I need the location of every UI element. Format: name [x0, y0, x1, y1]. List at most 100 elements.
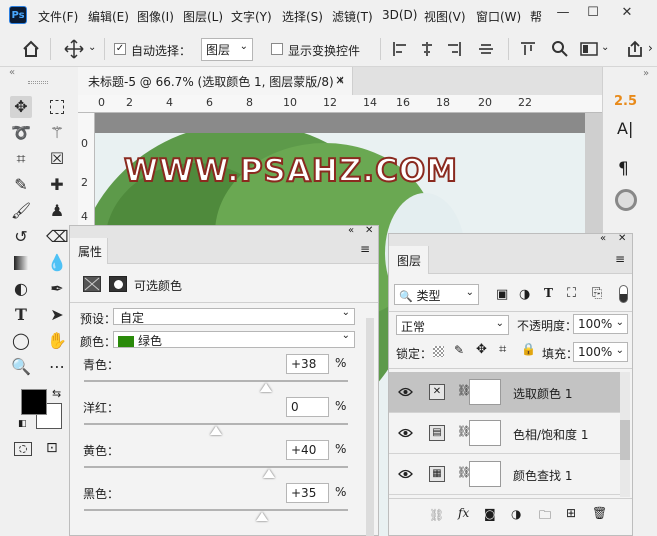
grip-icon[interactable]	[28, 81, 48, 84]
share-icon[interactable]	[626, 40, 644, 58]
layer-row[interactable]: ✕ ⛓ 选取颜色 1	[389, 372, 621, 413]
menu-file[interactable]: 文件(F)	[38, 8, 78, 25]
type-filter-icon[interactable]: T	[544, 286, 553, 300]
align-center-icon[interactable]	[419, 41, 435, 57]
close-icon[interactable]: ×	[335, 73, 345, 87]
screen-mode-icon[interactable]: ⊡	[46, 440, 58, 456]
delete-layer-icon[interactable]: 🗑	[592, 506, 607, 520]
chevron-down-icon[interactable]: ⌄	[88, 42, 96, 53]
history-brush-icon[interactable]: ↺	[10, 226, 32, 248]
slider-thumb[interactable]	[260, 383, 273, 392]
minimize-button[interactable]: —	[548, 3, 578, 23]
hand-tool-icon[interactable]: ✋	[46, 330, 68, 352]
show-transform-checkbox[interactable]	[271, 43, 283, 55]
foreground-color-swatch[interactable]	[21, 389, 47, 415]
collapse-icon[interactable]: «	[600, 233, 606, 244]
frame-tool-icon[interactable]: ☒	[46, 148, 68, 170]
close-icon[interactable]: ✕	[365, 225, 373, 236]
fill-field[interactable]: 100% ⌄	[573, 342, 628, 362]
lock-position-icon[interactable]: ✥	[476, 342, 487, 357]
close-window-button[interactable]: ✕	[612, 3, 642, 23]
distribute-icon[interactable]	[478, 41, 494, 57]
home-icon[interactable]	[22, 40, 40, 58]
menu-filter[interactable]: 滤镜(T)	[332, 8, 373, 25]
slider-track[interactable]	[84, 466, 348, 468]
move-tool-icon[interactable]	[64, 39, 84, 59]
add-mask-icon[interactable]: ◙	[484, 507, 496, 521]
quick-mask-icon[interactable]	[14, 442, 32, 456]
layer-mask-thumbnail[interactable]	[469, 420, 501, 446]
blend-mode-dropdown[interactable]: 正常 ⌄	[396, 315, 509, 335]
ellipse-tool-icon[interactable]: ◯	[10, 330, 32, 352]
new-group-icon[interactable]: 🗀	[539, 506, 551, 527]
shape-filter-icon[interactable]: ⛶	[567, 286, 576, 301]
panel-menu-icon[interactable]: ≡	[360, 242, 370, 256]
pen-tool-icon[interactable]: ✒	[46, 278, 68, 300]
more-tools-icon[interactable]: ⋯	[46, 356, 68, 378]
preset-dropdown[interactable]: 自定 ⌄	[113, 307, 355, 325]
lasso-tool-icon[interactable]: ➰	[10, 122, 32, 144]
workspace-icon[interactable]	[580, 41, 598, 57]
type-tool-icon[interactable]: T	[10, 304, 32, 326]
collapse-icon[interactable]: «	[9, 67, 15, 78]
path-select-icon[interactable]: ➤	[46, 304, 68, 326]
gradient-tool-icon[interactable]	[10, 252, 32, 274]
new-adjustment-icon[interactable]: ◑	[511, 507, 521, 521]
menu-layer[interactable]: 图层(L)	[183, 8, 223, 25]
eyedropper-icon[interactable]: ✎	[10, 174, 32, 196]
collapse-icon[interactable]: »	[643, 68, 649, 79]
smart-object-filter-icon[interactable]: ⎘	[592, 286, 602, 301]
eraser-tool-icon[interactable]: ⌫	[46, 226, 69, 248]
close-icon[interactable]: ✕	[618, 233, 626, 244]
slider-value-field[interactable]: +40	[286, 440, 329, 460]
crop-tool-icon[interactable]: ⌗	[10, 148, 32, 170]
scrollbar[interactable]	[366, 318, 374, 536]
menu-edit[interactable]: 编辑(E)	[88, 8, 129, 25]
blur-tool-icon[interactable]: 💧	[46, 252, 68, 274]
marquee-tool-icon[interactable]	[46, 96, 68, 118]
glyph-panel-icon[interactable]	[615, 189, 637, 211]
lock-all-icon[interactable]: 🔒	[521, 342, 536, 356]
menu-view[interactable]: 视图(V)	[424, 8, 466, 25]
adjustment-filter-icon[interactable]: ◑	[519, 287, 530, 302]
panel-menu-icon[interactable]: ≡	[615, 252, 625, 266]
layer-mask-icon[interactable]	[109, 276, 127, 292]
zoom-tool-icon[interactable]: 🔍	[10, 356, 32, 378]
search-icon[interactable]	[551, 40, 569, 58]
dodge-tool-icon[interactable]: ◐	[10, 278, 32, 300]
character-panel-button[interactable]: 2.5	[614, 94, 637, 109]
link-layers-icon[interactable]: ⛓	[429, 508, 444, 522]
align-right-icon[interactable]	[446, 41, 462, 57]
layers-scrollbar[interactable]	[620, 372, 630, 497]
layer-row[interactable]: ▦ ⛓ 颜色查找 1	[389, 454, 621, 495]
lock-artboard-icon[interactable]: ⌗	[499, 342, 506, 357]
align-top-icon[interactable]	[520, 41, 536, 57]
tab-properties[interactable]: 属性	[70, 238, 108, 264]
visibility-eye-icon[interactable]	[398, 387, 413, 397]
fx-icon[interactable]: fx	[458, 506, 469, 520]
slider-value-field[interactable]: +38	[286, 354, 329, 374]
layer-mask-thumbnail[interactable]	[469, 461, 501, 487]
lock-transparency-icon[interactable]	[433, 346, 444, 357]
colors-dropdown[interactable]: 绿色 ⌄	[113, 330, 355, 348]
menu-window[interactable]: 窗口(W)	[476, 8, 521, 25]
type-panel-button[interactable]: A|	[617, 119, 633, 138]
layer-filter-dropdown[interactable]: 🔍 类型 ⌄	[394, 284, 479, 305]
align-left-icon[interactable]	[392, 41, 408, 57]
lock-pixels-icon[interactable]: ✎	[454, 343, 464, 357]
new-layer-icon[interactable]: ⊞	[566, 506, 576, 520]
opacity-field[interactable]: 100% ⌄	[573, 314, 628, 334]
visibility-eye-icon[interactable]	[398, 469, 413, 479]
menu-type[interactable]: 文字(Y)	[231, 8, 272, 25]
visibility-eye-icon[interactable]	[398, 428, 413, 438]
more-icon[interactable]: ›	[648, 41, 653, 55]
menu-help[interactable]: 帮	[530, 8, 542, 25]
swap-colors-icon[interactable]: ⇆	[52, 387, 61, 400]
menu-select[interactable]: 选择(S)	[282, 8, 323, 25]
move-tool-icon[interactable]: ✥	[10, 96, 32, 118]
tab-layers[interactable]: 图层	[389, 246, 429, 274]
chevron-down-icon[interactable]: ⌄	[601, 42, 609, 53]
collapse-icon[interactable]: «	[348, 225, 354, 236]
menu-3d[interactable]: 3D(D)	[382, 8, 417, 22]
slider-track[interactable]	[84, 423, 348, 425]
